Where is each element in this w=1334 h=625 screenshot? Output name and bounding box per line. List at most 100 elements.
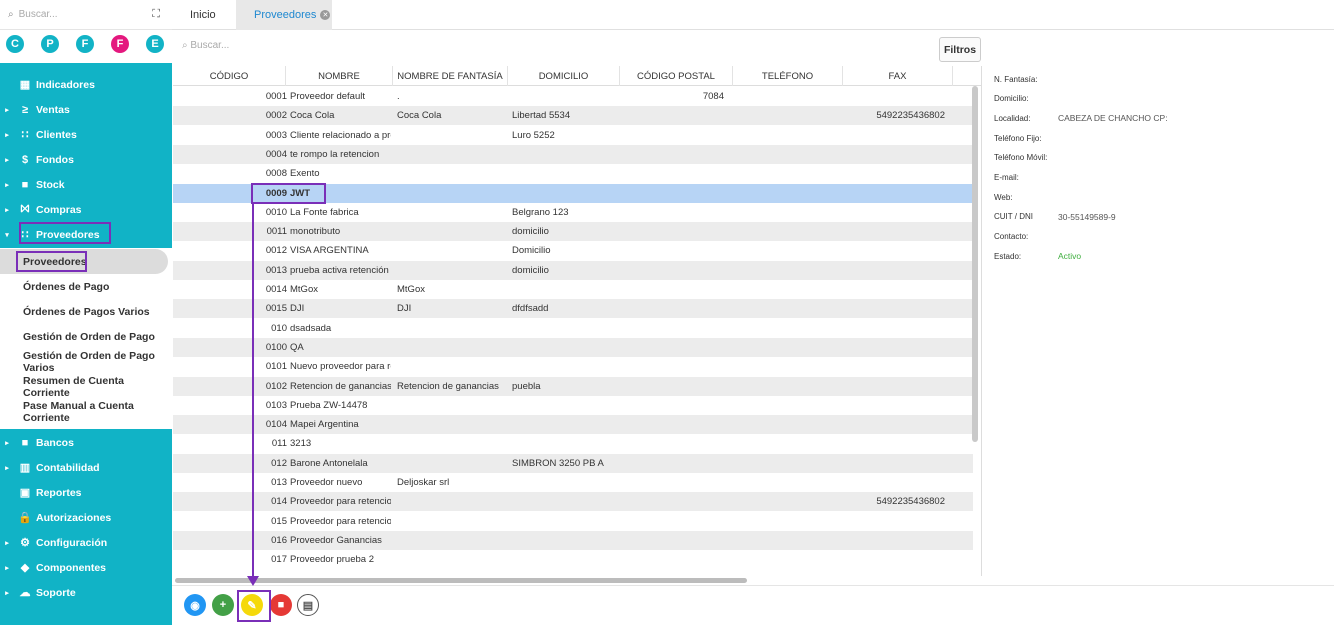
- submenu-item-4[interactable]: Gestión de Orden de Pago Varios: [0, 349, 172, 374]
- table-cell: [620, 415, 724, 434]
- menu-item-proveedores[interactable]: ▾ ∷ Proveedores: [0, 222, 172, 247]
- avatar-c[interactable]: C: [6, 35, 24, 53]
- compras-label: Compras: [36, 203, 82, 216]
- table-cell: prueba activa retención: [290, 264, 389, 276]
- menu-item-soporte[interactable]: ▸ ☁ Soporte: [0, 580, 172, 605]
- view-button[interactable]: ◉: [184, 594, 206, 616]
- column-header[interactable]: CÓDIGO POSTAL: [620, 66, 733, 86]
- submenu-item-5[interactable]: Resumen de Cuenta Corriente: [0, 374, 172, 399]
- table-cell: Luro 5252: [512, 129, 555, 141]
- table-cell: [620, 531, 724, 550]
- table-cell: 0102: [265, 380, 287, 392]
- menu-item-autorizaciones[interactable]: 🔒 Autorizaciones: [0, 505, 172, 530]
- table-cell: [620, 396, 724, 415]
- detail-label: Teléfono Fijo:: [994, 133, 1042, 143]
- table-row[interactable]: 017 Proveedor prueba 2: [173, 550, 973, 569]
- table-cell: [843, 473, 945, 492]
- avatar-f[interactable]: F: [111, 35, 129, 53]
- table-row[interactable]: 0012 VISA ARGENTINA Domicilio: [173, 241, 973, 260]
- table-row[interactable]: 016 Proveedor Ganancias: [173, 530, 973, 550]
- column-header[interactable]: FAX: [843, 66, 953, 86]
- avatar-p[interactable]: P: [41, 35, 59, 53]
- submenu-item-0[interactable]: Proveedores: [0, 249, 168, 274]
- table-row[interactable]: 0015 DJI DJI dfdfsadd: [173, 299, 973, 319]
- tab-proveedores[interactable]: Proveedores ✕: [236, 0, 332, 30]
- table-row[interactable]: 0008 Exento: [173, 164, 973, 183]
- tab-inicio[interactable]: Inicio: [190, 0, 216, 30]
- submenu-item-3[interactable]: Gestión de Orden de Pago: [0, 324, 172, 349]
- proveedores-icon: ∷: [21, 229, 29, 241]
- table-cell: 0014: [265, 284, 287, 295]
- menu-item-configuración[interactable]: ▸ ⚙ Configuración: [0, 530, 172, 555]
- table-cell: [397, 415, 506, 434]
- account-button[interactable]: ▤: [297, 594, 319, 616]
- submenu-item-2[interactable]: Órdenes de Pagos Varios: [0, 299, 172, 324]
- table-cell: [397, 319, 506, 338]
- grid-search-input[interactable]: ⌕ Buscar...: [182, 40, 229, 51]
- menu-item-componentes[interactable]: ▸ ◆ Componentes: [0, 555, 172, 580]
- table-row[interactable]: 0001 Proveedor default. 7084: [173, 87, 973, 106]
- table-row[interactable]: 0101Nuevo proveedor para rete: [173, 357, 973, 376]
- trash-icon: ■: [277, 599, 285, 611]
- column-header[interactable]: DOMICILIO: [508, 66, 620, 86]
- table-cell: [397, 454, 506, 473]
- add-button[interactable]: +: [212, 594, 234, 616]
- table-row[interactable]: 011 3213: [173, 434, 973, 453]
- table-row[interactable]: 015Proveedor para retencion 2: [173, 512, 973, 531]
- submenu-item-1[interactable]: Órdenes de Pago: [0, 274, 172, 299]
- edit-button[interactable]: ✎: [241, 594, 263, 616]
- column-header[interactable]: CÓDIGO: [173, 66, 286, 86]
- menu-item-bancos[interactable]: ▸ ■ Bancos: [0, 430, 172, 455]
- menu-item-ventas[interactable]: ▸ ≥ Ventas: [0, 97, 172, 122]
- table-row[interactable]: 0003Cliente relacionado a prove Luro 5252: [173, 126, 973, 145]
- avatar-f[interactable]: F: [76, 35, 94, 53]
- table-row[interactable]: 0102 Retencion de ganancias Retencion de g…: [173, 376, 973, 396]
- table-row[interactable]: 0100 QA: [173, 337, 973, 357]
- avatar-e[interactable]: E: [146, 35, 164, 53]
- soporte-icon: ☁: [19, 587, 31, 599]
- table-cell: Domicilio: [512, 245, 551, 257]
- table-row[interactable]: 012 Barone Antonelala SIMBRON 3250 PB A: [173, 453, 973, 473]
- table-row[interactable]: 014 Proveedor para retencion 5492235436802: [173, 492, 973, 512]
- menu-item-contabilidad[interactable]: ▸ ▥ Contabilidad: [0, 455, 172, 480]
- table-cell: VISA ARGENTINA: [290, 245, 369, 257]
- close-icon[interactable]: ✕: [320, 10, 331, 20]
- main-menu-bottom: ▸ ■ Bancos ▸ ▥ Contabilidad ▣ Reportes 🔒 Autoriza…: [0, 429, 172, 625]
- sidebar-search[interactable]: ⌕ Buscar... ⛶: [0, 0, 172, 30]
- column-header[interactable]: TELÉFONO: [733, 66, 843, 86]
- table-row[interactable]: 0011 monotributo domicilio: [173, 222, 973, 242]
- horizontal-scrollbar[interactable]: [175, 578, 747, 583]
- delete-button[interactable]: ■: [270, 594, 292, 616]
- column-header[interactable]: NOMBRE: [286, 66, 393, 86]
- detail-row: Domicilio:: [994, 90, 1058, 108]
- expand-icon[interactable]: ⛶: [152, 8, 160, 21]
- soporte-label: Soporte: [36, 586, 76, 599]
- table-row[interactable]: 013 Proveedor nuevo Deljoskar srl: [173, 473, 973, 492]
- menu-item-fondos[interactable]: ▸ $ Fondos: [0, 147, 172, 172]
- table-row[interactable]: 0013 prueba activa retención domicilio: [173, 260, 973, 280]
- table-row[interactable]: 0103 Prueba ZW-14478: [173, 396, 973, 415]
- table-row[interactable]: 0002 Coca Cola Coca Cola Libertad 5534 54922…: [173, 106, 973, 126]
- submenu-item-6[interactable]: Pase Manual a Cuenta Corriente: [0, 399, 172, 424]
- menu-item-reportes[interactable]: ▣ Reportes: [0, 480, 172, 505]
- table-cell: [620, 241, 724, 260]
- table-row[interactable]: 0104 Mapei Argentina: [173, 415, 973, 435]
- table-row[interactable]: 010 dsadsada: [173, 319, 973, 338]
- menu-item-indicadores[interactable]: ▦ Indicadores: [0, 72, 172, 97]
- column-header[interactable]: NOMBRE DE FANTASÍA: [393, 66, 508, 86]
- table-cell: [843, 454, 945, 473]
- menu-item-compras[interactable]: ▸ ⨝ Compras: [0, 197, 172, 222]
- menu-item-clientes[interactable]: ▸ ∷ Clientes: [0, 122, 172, 147]
- detail-label: Web:: [994, 192, 1013, 202]
- table-row[interactable]: 0009 JWT: [173, 183, 973, 203]
- table-row[interactable]: 0004 te rompo la retencion: [173, 144, 973, 164]
- tab-proveedores-label: Proveedores: [254, 9, 317, 21]
- table-cell: [397, 126, 506, 145]
- filtros-button[interactable]: Filtros: [939, 37, 981, 62]
- table-cell: DJI: [397, 303, 412, 315]
- table-row[interactable]: 0010 La Fonte fabrica Belgrano 123: [173, 203, 973, 222]
- vertical-scrollbar[interactable]: [972, 86, 978, 442]
- menu-item-stock[interactable]: ▸ ■ Stock: [0, 172, 172, 197]
- table-cell: QA: [290, 341, 304, 353]
- table-row[interactable]: 0014 MtGox MtGox: [173, 280, 973, 299]
